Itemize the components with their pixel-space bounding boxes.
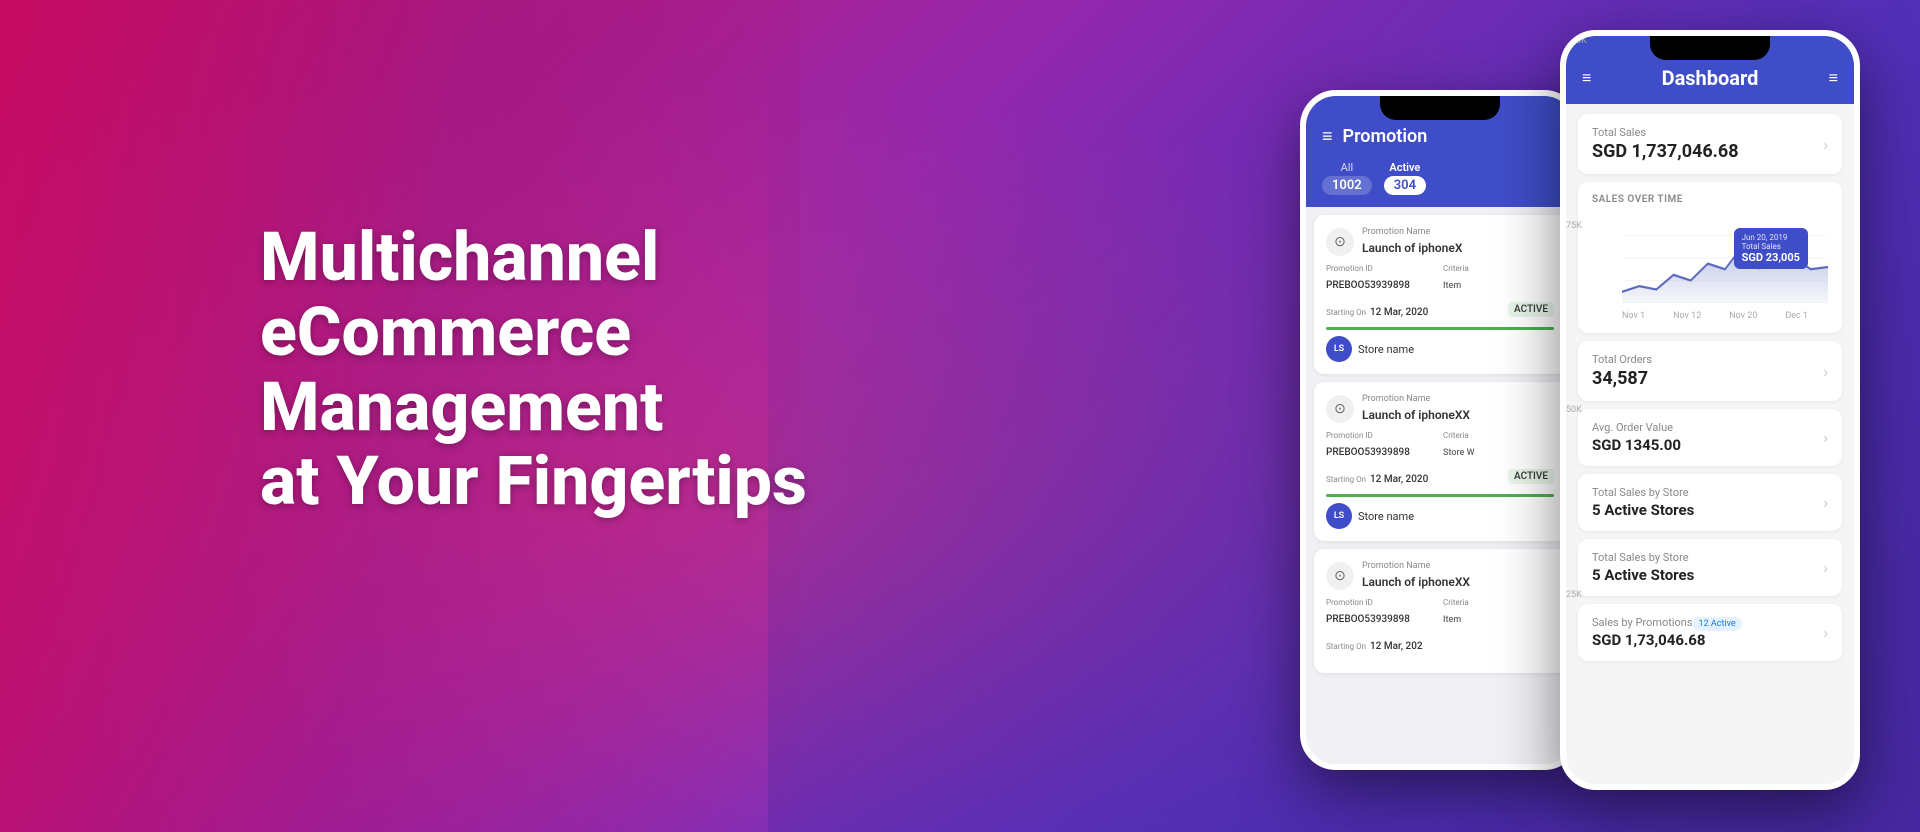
chevron-icon-4: › xyxy=(1823,493,1828,512)
phone-promotion: ≡ Promotion All 1002 Active 304 ⊙ xyxy=(1300,90,1580,770)
promo-card-3[interactable]: ⊙ Promotion Name Launch of iphoneXX Prom… xyxy=(1314,549,1566,673)
promo-title: Promotion xyxy=(1343,126,1428,147)
chevron-icon-3: › xyxy=(1823,428,1828,447)
promo-details-3: Promotion ID PREBOO53939898 Criteria Ite… xyxy=(1326,598,1554,626)
avg-order-content: Avg. Order Value SGD 1345.00 xyxy=(1592,421,1681,454)
promo-details: Promotion ID PREBOO53939898 Criteria Ite… xyxy=(1326,264,1554,292)
starting-info-2: Starting On 12 Mar, 2020 xyxy=(1326,467,1428,486)
promo-criteria-field: Criteria Item xyxy=(1443,264,1554,292)
sales-promo-header: Sales by Promotions 12 Active xyxy=(1592,616,1742,631)
tab-all[interactable]: All 1002 xyxy=(1322,161,1372,195)
phone-dashboard: ≡ Dashboard ≡ Total Sales SGD 1,737,046.… xyxy=(1560,30,1860,790)
dash-filter-icon[interactable]: ≡ xyxy=(1829,68,1838,88)
chevron-icon: › xyxy=(1823,135,1828,154)
dashboard-screen: ≡ Dashboard ≡ Total Sales SGD 1,737,046.… xyxy=(1566,36,1854,784)
store-tag: LS Store name xyxy=(1326,336,1554,362)
total-sales-store1-content: Total Sales by Store 5 Active Stores xyxy=(1592,486,1694,519)
total-sales-store1-card[interactable]: Total Sales by Store 5 Active Stores › xyxy=(1578,474,1842,531)
promo-icon-3: ⊙ xyxy=(1326,562,1354,590)
promo-tabs: All 1002 Active 304 xyxy=(1306,161,1574,207)
promo-criteria-field-2: Criteria Store W xyxy=(1443,431,1554,459)
total-orders-card[interactable]: Total Orders 34,587 › xyxy=(1578,341,1842,401)
active-badge: ACTIVE xyxy=(1508,302,1554,317)
phone-notch-2 xyxy=(1650,36,1770,60)
total-orders-content: Total Orders 34,587 xyxy=(1592,353,1652,389)
dash-content: Total Sales SGD 1,737,046.68 › SALES OVE… xyxy=(1566,104,1854,782)
promo-details-2: Promotion ID PREBOO53939898 Criteria Sto… xyxy=(1326,431,1554,459)
chart-x-axis: Nov 1 Nov 12 Nov 20 Dec 1 xyxy=(1592,311,1828,321)
store-name-2: Store name xyxy=(1358,510,1414,523)
promo-count-badge: 12 Active xyxy=(1693,617,1742,631)
promo-card-header-3: ⊙ Promotion Name Launch of iphoneXX xyxy=(1326,561,1554,590)
sales-chart-card: SALES OVER TIME 100K 75K 50K 25K 0 xyxy=(1578,182,1842,333)
promo-starting-3: Starting On 12 Mar, 202 xyxy=(1326,634,1554,653)
starting-info: Starting On 12 Mar, 2020 xyxy=(1326,300,1428,319)
total-sales-card[interactable]: Total Sales SGD 1,737,046.68 › xyxy=(1578,114,1842,174)
promo-card-1[interactable]: ⊙ Promotion Name Launch of iphoneX Promo… xyxy=(1314,215,1566,374)
promo-name-block-2: Promotion Name Launch of iphoneXX xyxy=(1362,394,1470,423)
promo-icon-2: ⊙ xyxy=(1326,395,1354,423)
chevron-icon-6: › xyxy=(1823,623,1828,642)
promo-id-field-2: Promotion ID PREBOO53939898 xyxy=(1326,431,1437,459)
chart-label: SALES OVER TIME xyxy=(1592,194,1828,205)
chart-y-axis: 100K 75K 50K 25K 0 xyxy=(1566,104,1587,782)
green-progress-bar xyxy=(1326,327,1554,330)
tab-active[interactable]: Active 304 xyxy=(1384,161,1426,195)
active-badge-2: ACTIVE xyxy=(1508,469,1554,484)
phone-notch xyxy=(1380,96,1500,120)
promo-id-field: Promotion ID PREBOO53939898 xyxy=(1326,264,1437,292)
total-sales-content: Total Sales SGD 1,737,046.68 xyxy=(1592,126,1739,162)
promo-card-header-2: ⊙ Promotion Name Launch of iphoneXX xyxy=(1326,394,1554,423)
promo-list: ⊙ Promotion Name Launch of iphoneX Promo… xyxy=(1306,207,1574,764)
promo-criteria-field-3: Criteria Item xyxy=(1443,598,1554,626)
menu-icon[interactable]: ≡ xyxy=(1322,126,1333,147)
promo-id-field-3: Promotion ID PREBOO53939898 xyxy=(1326,598,1437,626)
dash-title: Dashboard xyxy=(1662,66,1759,90)
store-avatar: LS xyxy=(1326,336,1352,362)
chart-tooltip: Jun 20, 2019 Total Sales SGD 23,005 xyxy=(1734,228,1808,269)
chart-body: Jun 20, 2019 Total Sales SGD 23,005 xyxy=(1592,213,1828,307)
promo-name-block: Promotion Name Launch of iphoneX xyxy=(1362,227,1462,256)
store-name: Store name xyxy=(1358,343,1414,356)
starting-info-3: Starting On 12 Mar, 202 xyxy=(1326,634,1423,653)
sales-promo-card[interactable]: Sales by Promotions 12 Active SGD 1,73,0… xyxy=(1578,604,1842,661)
header-right-icons: ≡ xyxy=(1829,68,1838,88)
promo-icon: ⊙ xyxy=(1326,228,1354,256)
store-avatar-2: LS xyxy=(1326,503,1352,529)
avg-order-card[interactable]: Avg. Order Value SGD 1345.00 › xyxy=(1578,409,1842,466)
total-sales-store2-content: Total Sales by Store 5 Active Stores xyxy=(1592,551,1694,584)
hero-title: Multichannel eCommerce Management at You… xyxy=(260,220,807,519)
green-progress-bar-2 xyxy=(1326,494,1554,497)
sales-promo-content: Sales by Promotions 12 Active SGD 1,73,0… xyxy=(1592,616,1742,649)
store-tag-2: LS Store name xyxy=(1326,503,1554,529)
promo-starting: Starting On 12 Mar, 2020 ACTIVE xyxy=(1326,300,1554,319)
hero-section: Multichannel eCommerce Management at You… xyxy=(260,220,807,519)
promo-starting-2: Starting On 12 Mar, 2020 ACTIVE xyxy=(1326,467,1554,486)
chevron-icon-2: › xyxy=(1823,362,1828,381)
total-sales-store2-card[interactable]: Total Sales by Store 5 Active Stores › xyxy=(1578,539,1842,596)
phones-mockup: ≡ Promotion All 1002 Active 304 ⊙ xyxy=(1300,30,1860,790)
chevron-icon-5: › xyxy=(1823,558,1828,577)
promo-name-block-3: Promotion Name Launch of iphoneXX xyxy=(1362,561,1470,590)
promo-card-2[interactable]: ⊙ Promotion Name Launch of iphoneXX Prom… xyxy=(1314,382,1566,541)
promo-card-header: ⊙ Promotion Name Launch of iphoneX xyxy=(1326,227,1554,256)
promotion-screen: ≡ Promotion All 1002 Active 304 ⊙ xyxy=(1306,96,1574,764)
